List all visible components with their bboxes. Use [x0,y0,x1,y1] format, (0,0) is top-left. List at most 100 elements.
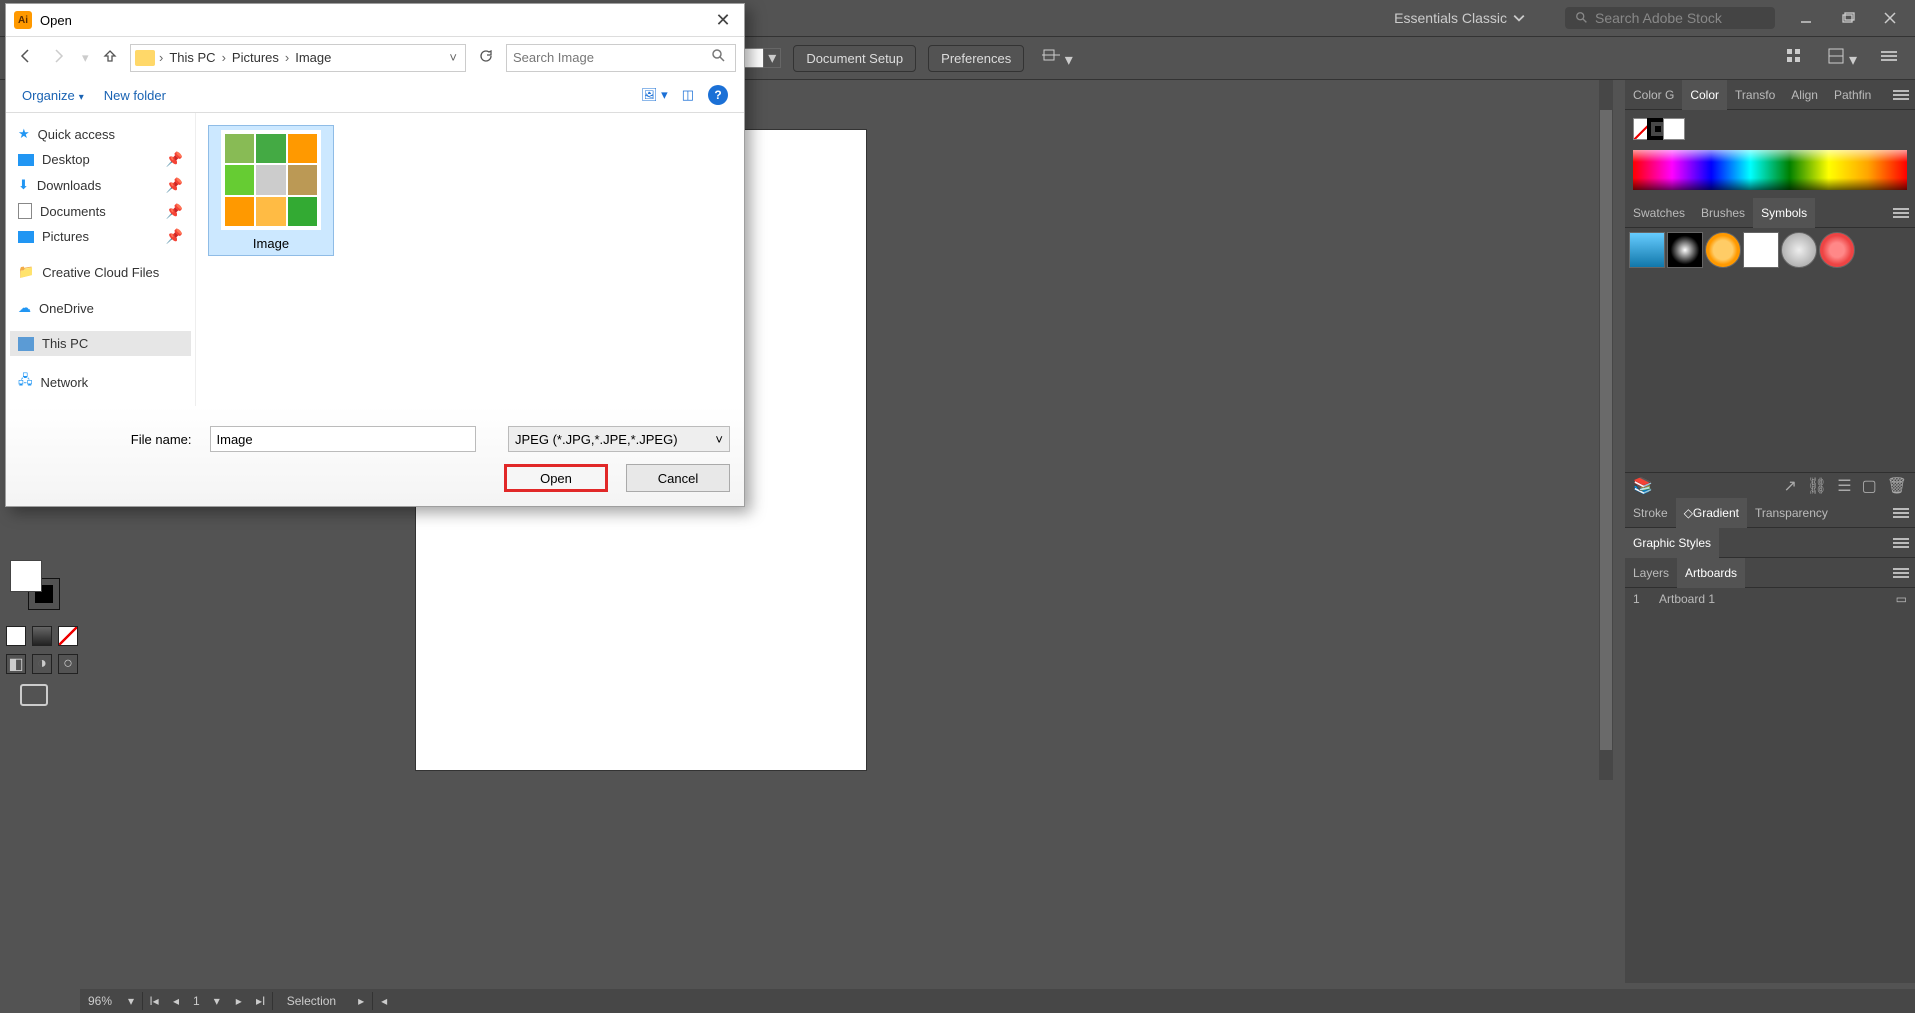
workspace-switcher[interactable]: Essentials Classic [1384,6,1535,30]
tab-colorguide[interactable]: Color G [1625,80,1682,110]
cancel-button[interactable]: Cancel [626,464,730,492]
tab-align[interactable]: Align [1783,80,1826,110]
sidebar-desktop[interactable]: Desktop📌 [10,147,191,172]
panel-menu-icon[interactable] [1893,536,1909,555]
artboard-dropdown[interactable]: ▾ [206,994,228,1008]
new-symbol-icon[interactable]: ▢ [1862,476,1877,496]
artboard-number-status[interactable]: 1 [187,994,206,1008]
color-fill-stroke[interactable] [1633,118,1677,142]
sidebar-creative-cloud[interactable]: 📁Creative Cloud Files [10,259,191,285]
panel-menu-icon[interactable] [1893,566,1909,585]
graphic-style-dropdown[interactable]: ▾ [763,48,781,68]
symbol-item[interactable] [1629,232,1665,268]
tab-artboards[interactable]: Artboards [1677,558,1745,588]
symbol-item[interactable] [1781,232,1817,268]
sidebar-quickaccess[interactable]: ★Quick access [10,121,191,147]
open-button[interactable]: Open [504,464,608,492]
refresh-button[interactable] [474,44,498,71]
symbol-item[interactable] [1705,232,1741,268]
color-mode-none[interactable] [58,626,78,646]
fill-stroke-tool[interactable] [10,560,60,610]
last-artboard-button[interactable]: ▸I [250,994,272,1008]
color-mode-gradient[interactable] [32,626,52,646]
organize-menu[interactable]: Organize [22,88,84,103]
sidebar-downloads[interactable]: ⬇Downloads📌 [10,172,191,198]
graphic-style-swatch[interactable] [744,48,764,68]
search-adobe-stock[interactable]: Search Adobe Stock [1565,7,1775,29]
maximize-button[interactable] [1827,0,1869,36]
preview-toggle[interactable]: ◫ [682,87,694,103]
artboard-options-icon[interactable]: ▭ [1896,592,1907,606]
file-list[interactable]: Image [196,113,744,406]
zoom-level[interactable]: 96% [80,994,120,1008]
tab-symbols[interactable]: Symbols [1753,198,1815,228]
draw-mode-3[interactable]: ○ [58,654,78,674]
close-button[interactable] [1869,0,1911,36]
symbol-item[interactable] [1667,232,1703,268]
symbol-item[interactable] [1743,232,1779,268]
panel-menu-icon[interactable] [1893,88,1909,107]
nav-history-dropdown[interactable]: ▾ [78,46,90,70]
sidebar-network[interactable]: 🖧Network [10,366,191,398]
file-item-selected[interactable]: Image [208,125,334,256]
sidebar-documents[interactable]: Documents📌 [10,198,191,224]
document-setup-button[interactable]: Document Setup [793,45,916,72]
vertical-scrollbar[interactable] [1599,80,1613,780]
sidebar-this-pc[interactable]: This PC [10,331,191,356]
tab-transform[interactable]: Transfo [1727,80,1783,110]
panel-menu-icon[interactable] [1893,206,1909,225]
tab-layers[interactable]: Layers [1625,558,1677,588]
new-folder-button[interactable]: New folder [104,88,166,103]
panel-menu-icon[interactable] [1893,506,1909,525]
libraries-icon[interactable]: 📚 [1633,476,1653,496]
view-menu[interactable]: 🖼 ▾ [641,87,668,103]
break-link-icon[interactable]: ⛓ [1807,476,1827,496]
draw-mode-1[interactable]: ◧ [6,654,26,674]
nav-up-button[interactable] [98,44,122,71]
breadcrumb-dropdown[interactable]: ˅ [449,50,461,65]
color-spectrum[interactable] [1633,150,1907,190]
dialog-close-button[interactable]: ✕ [710,10,736,31]
align-to-icon[interactable]: ▾ [1036,43,1078,74]
hscroll-left[interactable]: ◂ [373,994,395,1008]
tab-transparency[interactable]: Transparency [1747,498,1836,528]
symbol-item[interactable] [1819,232,1855,268]
layout-icon-1[interactable] [1779,43,1809,74]
color-mode-normal[interactable] [6,626,26,646]
draw-mode-2[interactable]: ◑ [32,654,52,674]
zoom-dropdown[interactable]: ▾ [120,994,142,1008]
minimize-button[interactable] [1785,0,1827,36]
dialog-search-input[interactable]: Search Image [506,44,736,72]
status-more[interactable]: ▸ [350,994,372,1008]
sym-action-icon[interactable]: ↗ [1784,476,1797,496]
breadcrumb-item[interactable]: Image [293,50,333,65]
breadcrumb-item[interactable]: Pictures [230,50,281,65]
tab-brushes[interactable]: Brushes [1693,198,1753,228]
nav-back-button[interactable] [14,44,38,71]
artboard-row[interactable]: 1 Artboard 1 ▭ [1625,588,1915,610]
tab-stroke[interactable]: Stroke [1625,498,1676,528]
scrollbar-thumb[interactable] [1600,110,1612,750]
prev-artboard-button[interactable]: ◂ [165,994,187,1008]
layout-icon-2[interactable]: ▾ [1821,43,1863,74]
file-type-filter[interactable]: JPEG (*.JPG,*.JPE,*.JPEG)˅ [508,426,730,452]
symbol-options-icon[interactable]: ☰ [1837,476,1851,496]
sidebar-pictures[interactable]: Pictures📌 [10,224,191,249]
list-icon[interactable] [1875,45,1903,72]
breadcrumb[interactable]: › This PC › Pictures › Image ˅ [130,44,466,72]
breadcrumb-item[interactable]: This PC [167,50,217,65]
screen-mode-button[interactable] [20,684,48,706]
fill-swatch[interactable] [10,560,42,592]
file-name-input[interactable] [210,426,476,452]
tab-pathfinder[interactable]: Pathfin [1826,80,1879,110]
tab-swatches[interactable]: Swatches [1625,198,1693,228]
sidebar-onedrive[interactable]: ☁OneDrive [10,295,191,321]
tab-color[interactable]: Color [1682,80,1727,110]
tab-gradient[interactable]: ◇ Gradient [1676,498,1747,528]
next-artboard-button[interactable]: ▸ [228,994,250,1008]
preferences-button[interactable]: Preferences [928,45,1024,72]
delete-icon[interactable]: 🗑 [1887,476,1907,496]
first-artboard-button[interactable]: I◂ [143,994,165,1008]
nav-forward-button[interactable] [46,44,70,71]
tab-graphic-styles[interactable]: Graphic Styles [1625,528,1719,558]
